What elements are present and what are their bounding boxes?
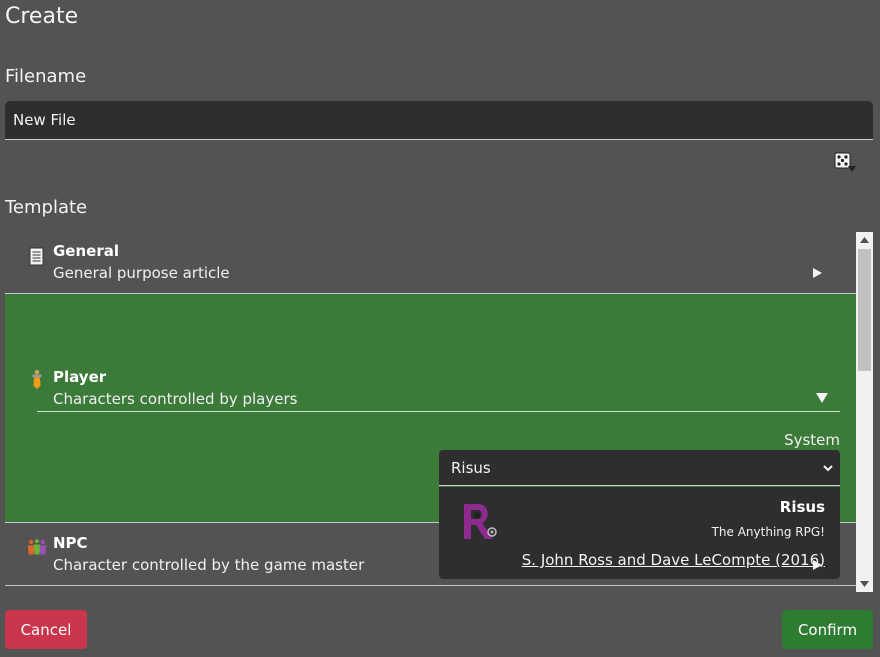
template-list-scrollbar[interactable] (856, 232, 873, 592)
player-figure-icon (32, 369, 42, 390)
cancel-button[interactable]: Cancel (5, 610, 87, 649)
template-item-subtitle: Characters controlled by players (53, 390, 298, 408)
scrollbar-thumb[interactable] (858, 249, 871, 371)
system-select[interactable]: Risus (439, 450, 840, 486)
template-list: General General purpose article Player C… (5, 230, 873, 592)
template-item-subtitle: Character controlled by the game master (53, 556, 365, 574)
filename-label: Filename (5, 66, 87, 87)
confirm-button[interactable]: Confirm (782, 610, 873, 649)
template-label: Template (5, 197, 88, 218)
scroll-up-arrow-icon[interactable] (860, 237, 869, 243)
template-item-subtitle: General purpose article (53, 264, 230, 282)
system-select-value: Risus (451, 459, 491, 477)
template-item-player[interactable]: Player Characters controlled by players … (5, 294, 857, 579)
template-item-title: NPC (53, 534, 88, 552)
npc-group-icon (27, 539, 47, 555)
document-icon (29, 247, 44, 266)
template-item-npc[interactable]: NPC Character controlled by the game mas… (5, 523, 857, 586)
chevron-down-icon[interactable] (815, 392, 829, 404)
dialog-title: Create (5, 4, 79, 29)
chevron-right-icon (813, 268, 822, 278)
scroll-down-arrow-icon[interactable] (860, 581, 869, 587)
template-item-general[interactable]: General General purpose article (5, 230, 857, 294)
filename-input[interactable] (5, 101, 873, 140)
chevron-down-icon (823, 465, 833, 472)
system-name: Risus (779, 498, 825, 516)
system-label: System (784, 431, 840, 449)
template-item-title: General (53, 242, 119, 260)
random-dice-icon[interactable] (834, 152, 858, 174)
template-item-title: Player (53, 368, 107, 386)
divider (37, 411, 840, 412)
chevron-right-icon (813, 560, 822, 570)
